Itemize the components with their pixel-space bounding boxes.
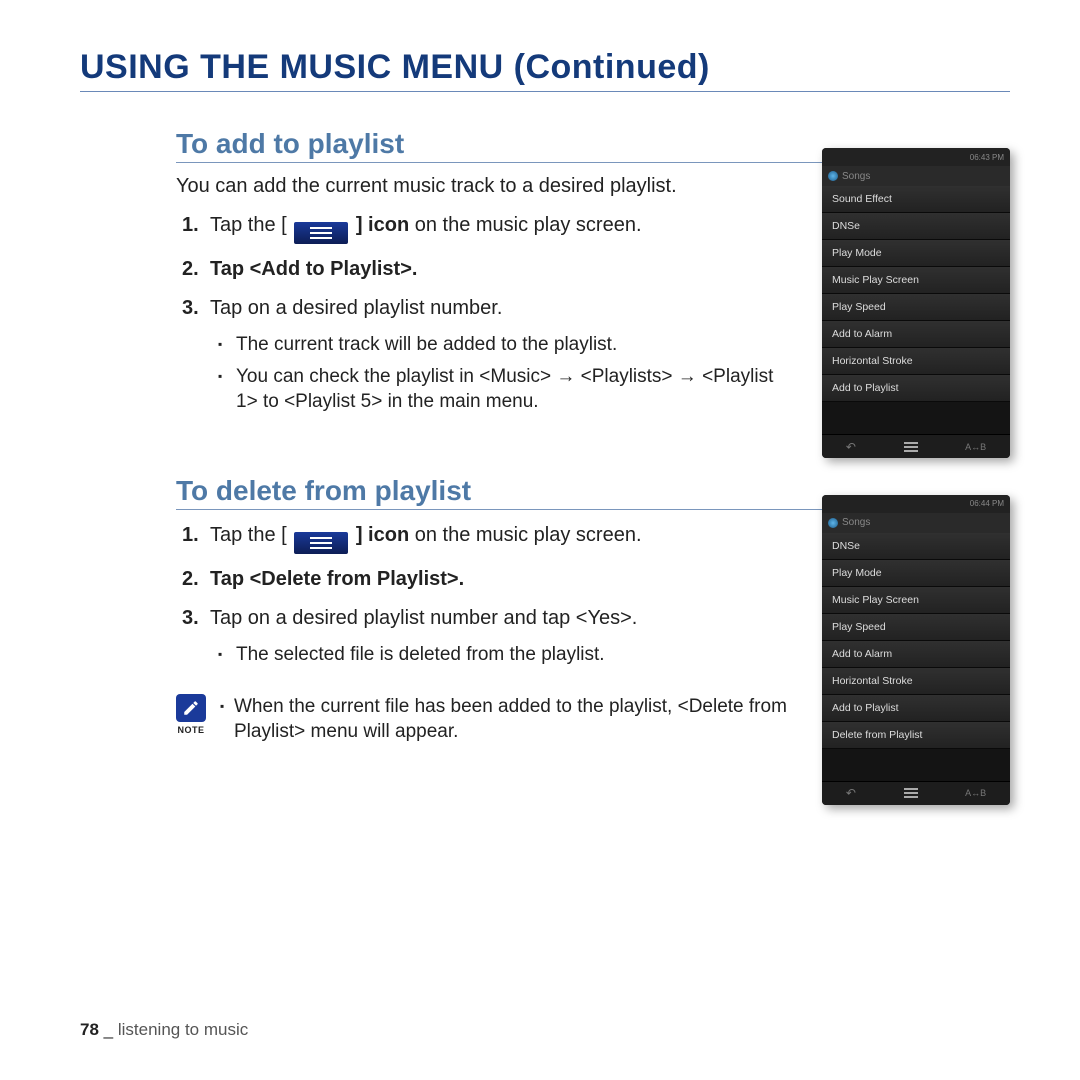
chapter-name: listening to music [118, 1020, 248, 1039]
step-text: Tap <Delete from Playlist>. [210, 566, 796, 593]
step-number: 2. [182, 256, 210, 283]
note-icon [176, 694, 206, 722]
menu-icon [294, 222, 348, 244]
sub-bullet: You can check the playlist in <Music> → … [218, 364, 796, 415]
step-number: 3. [182, 605, 210, 632]
device-menu-item: Delete from Playlist [822, 722, 1010, 749]
device-menu-item: Music Play Screen [822, 587, 1010, 614]
device-title-row: Songs [822, 166, 1010, 186]
step-number: 1. [182, 212, 210, 244]
device-bottom-bar: ↶ A↔B [822, 434, 1010, 458]
device-screenshot-add: 06:43 PM Songs Sound Effect DNSe Play Mo… [822, 148, 1010, 458]
step-3: 3. Tap on a desired playlist number and … [182, 605, 796, 632]
device-menu-list: Sound Effect DNSe Play Mode Music Play S… [822, 186, 1010, 402]
device-menu-item: Add to Playlist [822, 695, 1010, 722]
device-menu-item: Add to Alarm [822, 321, 1010, 348]
hamburger-icon [904, 446, 918, 448]
device-menu-item: Music Play Screen [822, 267, 1010, 294]
note-label: NOTE [177, 725, 204, 735]
hamburger-icon [904, 792, 918, 794]
device-menu-item: Add to Playlist [822, 375, 1010, 402]
music-app-icon [828, 518, 838, 528]
device-menu-item: Play Speed [822, 294, 1010, 321]
step-3: 3. Tap on a desired playlist number. [182, 295, 796, 322]
ab-repeat-icon: A↔B [965, 442, 986, 452]
menu-icon [294, 532, 348, 554]
device-menu-item: DNSe [822, 533, 1010, 560]
note-block: NOTE When the current file has been adde… [176, 694, 796, 745]
device-statusbar: 06:43 PM [822, 148, 1010, 166]
device-menu-item: Add to Alarm [822, 641, 1010, 668]
sub-bullet-list: The current track will be added to the p… [218, 332, 796, 415]
device-menu-item: Play Speed [822, 614, 1010, 641]
back-icon: ↶ [846, 786, 856, 800]
footer-separator: _ [104, 1020, 113, 1039]
step-text-pre: Tap the [ [210, 214, 292, 236]
step-2: 2. Tap <Add to Playlist>. [182, 256, 796, 283]
step-text: Tap on a desired playlist number and tap… [210, 605, 796, 632]
section-intro: You can add the current music track to a… [176, 175, 796, 198]
step-number: 2. [182, 566, 210, 593]
step-text-icon-label: ] icon [350, 214, 409, 236]
section-delete-from-playlist: To delete from playlist 1. Tap the [ ] i… [176, 475, 1010, 745]
step-2: 2. Tap <Delete from Playlist>. [182, 566, 796, 593]
device-screen-title: Songs [842, 517, 870, 528]
step-text-tail: on the music play screen. [409, 214, 641, 236]
device-menu-item: Horizontal Stroke [822, 668, 1010, 695]
device-menu-item: Play Mode [822, 240, 1010, 267]
device-menu-item: DNSe [822, 213, 1010, 240]
device-statusbar: 06:44 PM [822, 495, 1010, 513]
note-text: When the current file has been added to … [220, 694, 796, 745]
device-menu-item: Horizontal Stroke [822, 348, 1010, 375]
step-text-pre: Tap the [ [210, 524, 292, 546]
sub-bullet: The current track will be added to the p… [218, 332, 796, 358]
step-text-icon-label: ] icon [350, 524, 409, 546]
step-number: 1. [182, 522, 210, 554]
step-number: 3. [182, 295, 210, 322]
page-number: 78 [80, 1020, 99, 1039]
device-title-row: Songs [822, 513, 1010, 533]
device-screen-title: Songs [842, 171, 870, 182]
step-text: Tap on a desired playlist number. [210, 295, 796, 322]
sub-bullet-list: The selected file is deleted from the pl… [218, 642, 796, 668]
page-title: USING THE MUSIC MENU (Continued) [80, 48, 1010, 92]
page-footer: 78 _ listening to music [80, 1020, 248, 1040]
sub-bullet: The selected file is deleted from the pl… [218, 642, 796, 668]
step-1: 1. Tap the [ ] icon on the music play sc… [182, 522, 796, 554]
step-text-tail: on the music play screen. [409, 524, 641, 546]
device-menu-item: Play Mode [822, 560, 1010, 587]
device-menu-list: DNSe Play Mode Music Play Screen Play Sp… [822, 533, 1010, 749]
section-add-to-playlist: To add to playlist You can add the curre… [176, 128, 1010, 415]
device-menu-item: Sound Effect [822, 186, 1010, 213]
back-icon: ↶ [846, 440, 856, 454]
step-text: Tap <Add to Playlist>. [210, 256, 796, 283]
device-screenshot-delete: 06:44 PM Songs DNSe Play Mode Music Play… [822, 495, 1010, 805]
device-bottom-bar: ↶ A↔B [822, 781, 1010, 805]
music-app-icon [828, 171, 838, 181]
step-1: 1. Tap the [ ] icon on the music play sc… [182, 212, 796, 244]
ab-repeat-icon: A↔B [965, 788, 986, 798]
